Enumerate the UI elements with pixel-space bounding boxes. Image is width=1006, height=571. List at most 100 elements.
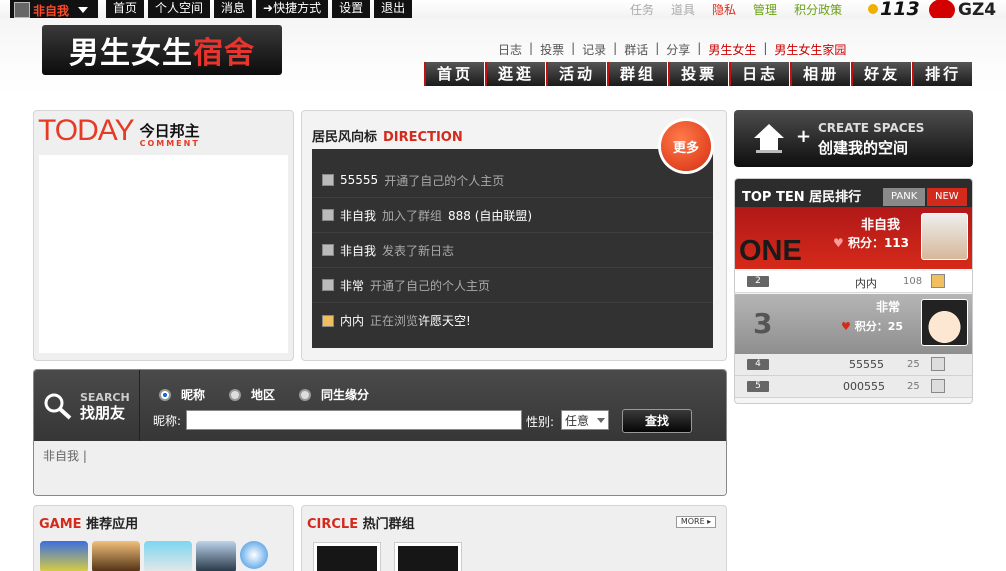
sublink-vote[interactable]: 投票 [540,41,564,58]
feed-user[interactable]: 55555 [340,173,378,187]
create-space-button[interactable]: + CREATE SPACES 创建我的空间 [734,110,973,167]
top-nav: 首页 个人空间 消息 ➜快捷方式 设置 退出 [106,0,413,18]
rank-first-points: ♥ 积分：113 [833,236,910,250]
radio-region[interactable]: 地区 [229,386,275,403]
feed-user[interactable]: 非自我 [340,207,376,224]
more-button[interactable]: 更多 [661,121,711,171]
gender-select[interactable]: 任意 [561,410,609,430]
app-icon[interactable] [196,541,236,571]
rank-first[interactable]: ONE 非自我 ♥ 积分：113 [735,207,972,269]
feed-target[interactable]: 888 (自由联盟) [448,207,532,224]
today-content [39,155,288,353]
nickname-label: 昵称: [153,414,182,428]
link-privacy[interactable]: 隐私 [712,1,736,18]
sublink-diary[interactable]: 日志 [498,41,522,58]
rank-number: 2 [747,276,769,287]
search-button[interactable]: 查找 [622,409,692,433]
link-manage[interactable]: 管理 [753,1,777,18]
rank-row[interactable]: 5 000555 25 [735,376,972,398]
feed-user[interactable]: 非常 [340,277,364,294]
nav-activity[interactable]: 活动 [546,62,607,86]
nav-ranking[interactable]: 排行 [912,62,973,86]
topnav-home[interactable]: 首页 [106,0,145,18]
arrow-right-icon: ➜ [263,1,274,15]
avatar[interactable] [931,274,945,288]
rank-first-name: 非自我 [861,218,901,233]
feed-user[interactable]: 非自我 [340,242,376,259]
main-nav: 首页 逛逛 活动 群组 投票 日志 相册 好友 排行 [424,62,973,86]
radio-fate[interactable]: 同生缘分 [299,386,369,403]
avatar[interactable] [931,379,945,393]
feed-action: 发表了新日志 [382,243,455,258]
rank-name: 000555 [843,380,885,393]
site-logo[interactable]: 男生女生 宿舍 [42,25,282,75]
nav-album[interactable]: 相册 [790,62,851,86]
user-menu[interactable]: 非自我 [10,0,98,20]
link-points-policy[interactable]: 积分政策 [794,1,842,18]
nickname-input[interactable] [186,410,522,430]
feed-action: 开通了自己的个人主页 [384,173,505,188]
sublink-group-talk[interactable]: 群话 [624,41,648,58]
link-tasks[interactable]: 任务 [630,1,654,18]
feed-item: 内内 正在浏览 许愿天空! [312,303,713,338]
radio-nickname[interactable]: 昵称 [159,386,205,403]
brand-text: GZ4 [958,0,997,20]
direction-title: 居民风向标 DIRECTION [312,126,463,145]
sublink-share[interactable]: 分享 [666,41,690,58]
nav-browse[interactable]: 逛逛 [485,62,546,86]
create-title-en: CREATE SPACES [818,121,925,135]
user-avatar[interactable] [322,209,334,221]
user-avatar[interactable] [322,174,334,186]
feed-item: 非自我 发表了新日志 [312,233,713,268]
avatar[interactable] [921,213,968,260]
nav-friends[interactable]: 好友 [851,62,912,86]
user-avatar[interactable] [322,244,334,256]
topnav-personal-space[interactable]: 个人空间 [148,0,211,18]
group-thumbnail[interactable] [313,542,381,571]
feed-item: 55555 开通了自己的个人主页 [312,163,713,198]
rank-name: 55555 [849,358,884,371]
top-right-links: 任务 道具 隐私 管理 积分政策 [630,1,859,18]
tab-new[interactable]: NEW [927,188,967,206]
radio-circle [299,388,311,401]
rank-name: 内内 [855,277,877,290]
link-props[interactable]: 道具 [671,1,695,18]
tab-rank[interactable]: PANK [883,188,926,206]
app-icon[interactable] [240,541,268,569]
rank-row[interactable]: 4 55555 25 [735,354,972,376]
user-avatar [14,2,30,18]
nav-groups[interactable]: 群组 [607,62,668,86]
sublink-boys-girls[interactable]: 男生女生 [708,41,756,58]
avatar[interactable] [921,299,968,346]
rank-value: 25 [907,381,920,392]
topnav-logout[interactable]: 退出 [374,0,413,18]
app-icon[interactable] [144,541,192,571]
heart-icon: ♥ [841,320,851,333]
group-thumbnail[interactable] [394,542,462,571]
rank-number: 5 [747,381,769,392]
circle-more-button[interactable]: MORE ▸ [676,516,716,528]
feed-user[interactable]: 内内 [340,312,364,329]
nav-vote[interactable]: 投票 [668,62,729,86]
app-icon[interactable] [40,541,88,571]
user-avatar[interactable] [322,279,334,291]
activity-feed: 55555 开通了自己的个人主页 非自我 加入了群组 888 (自由联盟) 非自… [312,149,713,348]
plus-icon: + [796,126,812,147]
avatar[interactable] [931,357,945,371]
nav-diary[interactable]: 日志 [729,62,790,86]
today-header: TODAY 今日邦主 COMMENT [38,114,200,148]
game-title: GAME 推荐应用 [39,517,139,532]
user-avatar[interactable] [322,314,334,327]
topnav-settings[interactable]: 设置 [332,0,371,18]
sublink-home[interactable]: 男生女生家园 [774,41,846,58]
topnav-shortcuts[interactable]: ➜快捷方式 [256,0,329,18]
rank-third[interactable]: 3 非常 ♥ 积分：25 [735,294,972,356]
nav-home[interactable]: 首页 [424,62,485,86]
sublink-records[interactable]: 记录 [582,41,606,58]
feed-action: 开通了自己的个人主页 [370,278,491,293]
rank-row[interactable]: 2 内内 108 [735,271,972,293]
search-result-text[interactable]: 非自我 | [43,447,87,464]
app-icon[interactable] [92,541,140,571]
feed-target[interactable]: 许愿天空! [418,312,471,329]
topnav-messages[interactable]: 消息 [214,0,253,18]
